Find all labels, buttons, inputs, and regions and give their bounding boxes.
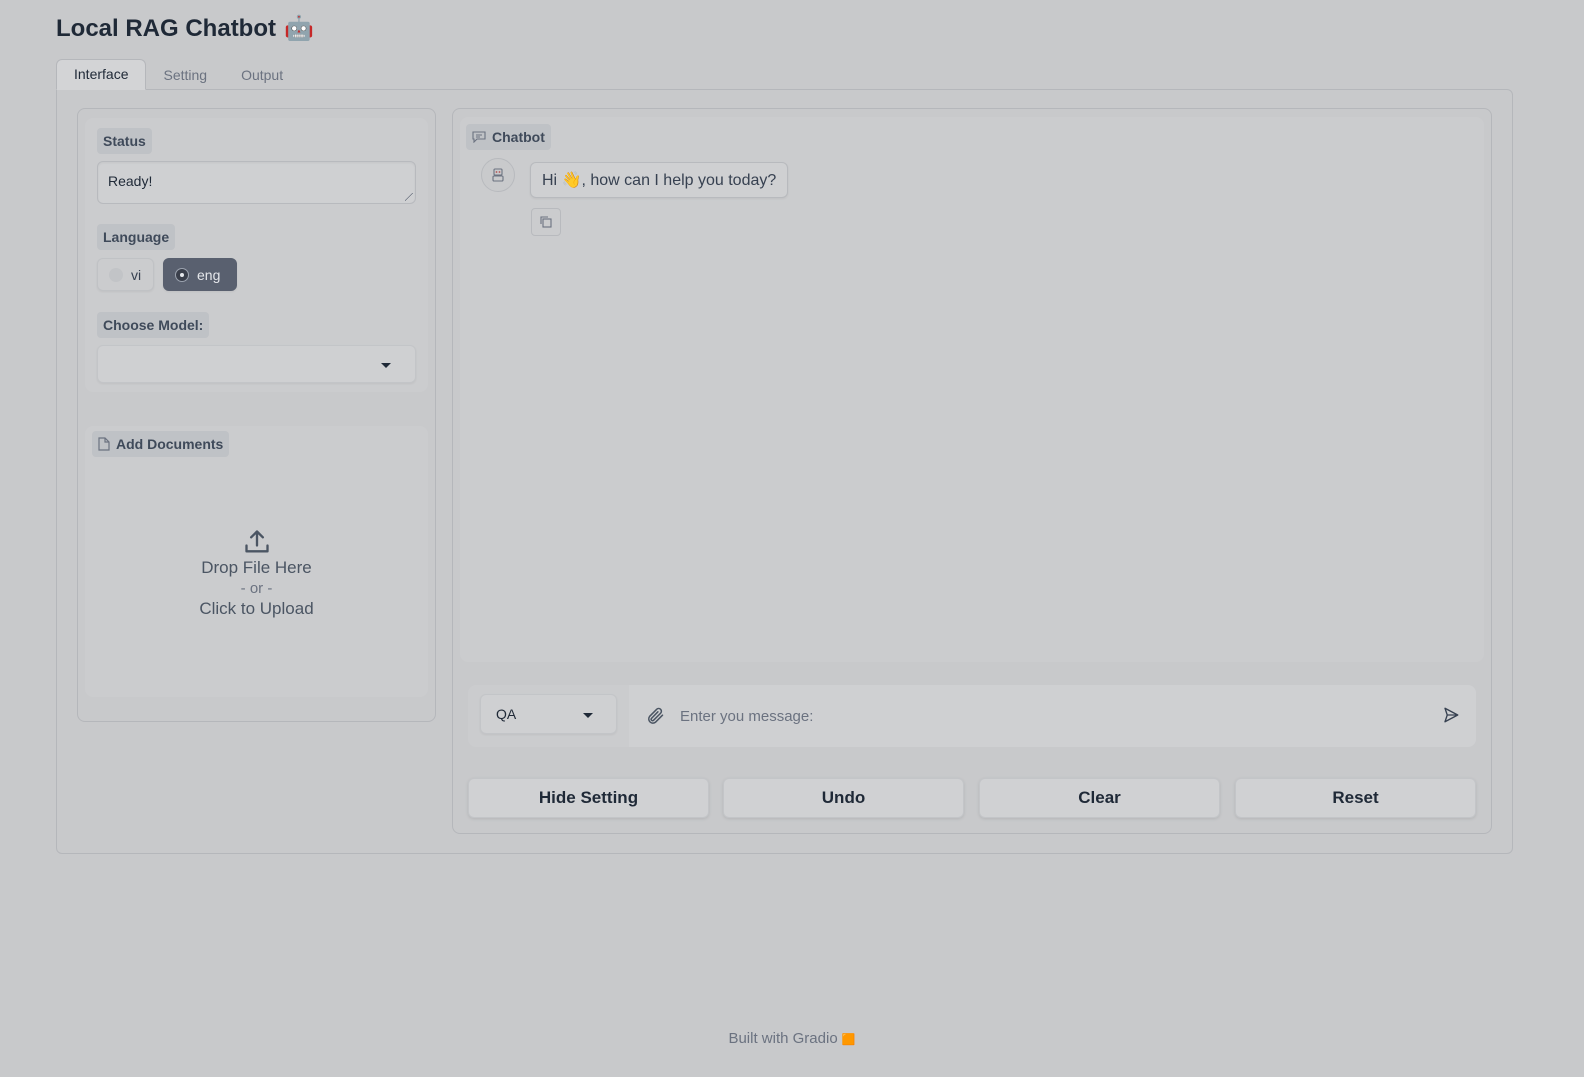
copy-icon: [540, 216, 552, 228]
undo-button[interactable]: Undo: [723, 778, 964, 818]
chat-icon: [472, 131, 486, 143]
upload-text-click: Click to Upload: [199, 599, 314, 618]
upload-text-drop: Drop File Here: [201, 558, 312, 577]
status-textbox[interactable]: Ready!: [97, 161, 416, 204]
radio-selected-icon: [175, 267, 189, 282]
model-label: Choose Model:: [97, 312, 210, 338]
footer: Built with Gradio 🟧: [0, 1030, 1584, 1047]
chevron-down-icon: [583, 713, 593, 718]
mode-value: QA: [496, 706, 517, 722]
message-placeholder: Enter you message:: [680, 707, 814, 725]
paperclip-icon[interactable]: [645, 706, 665, 726]
language-option-eng[interactable]: eng: [163, 258, 237, 291]
clear-button[interactable]: Clear: [979, 778, 1220, 818]
send-icon[interactable]: [1442, 706, 1460, 724]
language-option-vi[interactable]: vi: [97, 258, 155, 291]
tab-output[interactable]: Output: [224, 61, 300, 90]
upload-text-or: - or -: [240, 580, 273, 597]
app-title: Local RAG Chatbot 🤖: [56, 14, 314, 43]
radio-icon: [109, 267, 123, 282]
upload-label-text: Add Documents: [116, 436, 224, 452]
upload-icon: [244, 530, 269, 553]
gradio-logo-icon: 🟧: [841, 1034, 856, 1046]
tab-interface[interactable]: Interface: [56, 59, 147, 90]
chevron-down-icon: [381, 363, 391, 368]
tab-setting[interactable]: Setting: [146, 61, 224, 90]
upload-prompt[interactable]: Drop File Here - or - Click to Upload: [85, 528, 428, 619]
resize-grip-icon[interactable]: [405, 193, 413, 201]
chatbot-label-text: Chatbot: [492, 129, 545, 145]
bot-message-text: Hi 👋, how can I help you today?: [542, 172, 777, 189]
bot-avatar: [481, 158, 515, 192]
model-dropdown[interactable]: [97, 345, 416, 383]
app-title-text: Local RAG Chatbot: [56, 14, 276, 42]
tab-bar: Interface Setting Output: [56, 59, 300, 90]
robot-avatar-icon: [492, 168, 504, 182]
status-label: Status: [97, 128, 152, 154]
mode-dropdown[interactable]: QA: [480, 694, 617, 734]
upload-label: Add Documents: [92, 431, 230, 457]
language-option-label: eng: [197, 266, 221, 283]
robot-icon: 🤖: [284, 15, 314, 42]
file-icon: [98, 437, 110, 451]
status-value: Ready!: [108, 173, 153, 189]
chatbot-label: Chatbot: [466, 124, 551, 150]
language-label: Language: [97, 224, 176, 250]
footer-link[interactable]: Built with Gradio: [728, 1030, 837, 1047]
message-input[interactable]: Enter you message:: [629, 685, 1476, 747]
chatbot-area: [460, 117, 1484, 662]
reset-button[interactable]: Reset: [1235, 778, 1476, 818]
hide-setting-button[interactable]: Hide Setting: [468, 778, 709, 818]
bot-message: Hi 👋, how can I help you today?: [530, 162, 789, 198]
language-option-label: vi: [131, 266, 142, 283]
copy-button[interactable]: [531, 208, 561, 236]
